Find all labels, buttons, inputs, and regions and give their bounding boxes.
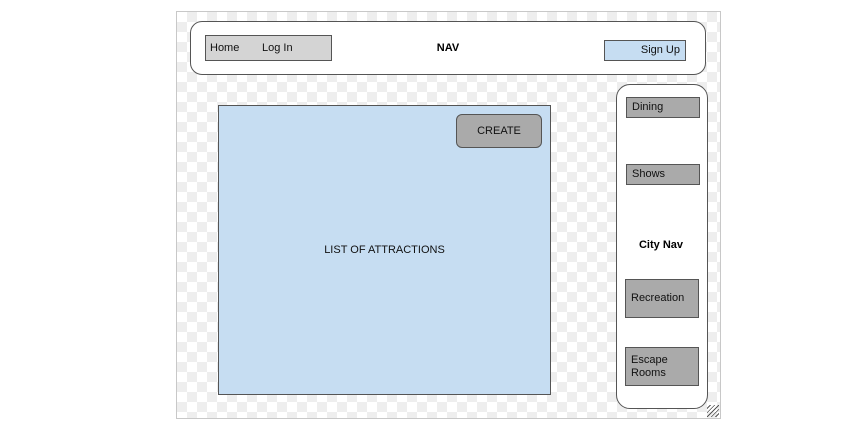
attractions-list-label: LIST OF ATTRACTIONS bbox=[324, 244, 445, 256]
nav-link-login[interactable]: Log In bbox=[262, 42, 293, 54]
city-nav-item-recreation[interactable]: Recreation bbox=[625, 279, 699, 318]
city-nav-item-dining[interactable]: Dining bbox=[626, 97, 700, 118]
nav-title: NAV bbox=[436, 42, 460, 54]
city-nav-title: City Nav bbox=[638, 239, 684, 251]
nav-link-home[interactable]: Home bbox=[210, 42, 239, 54]
city-nav-item-shows[interactable]: Shows bbox=[626, 164, 700, 185]
create-button[interactable]: CREATE bbox=[456, 114, 542, 148]
signup-button[interactable]: Sign Up bbox=[604, 40, 686, 61]
city-nav-item-escape-rooms[interactable]: Escape Rooms bbox=[625, 347, 699, 386]
resize-handle-icon[interactable] bbox=[707, 405, 719, 417]
